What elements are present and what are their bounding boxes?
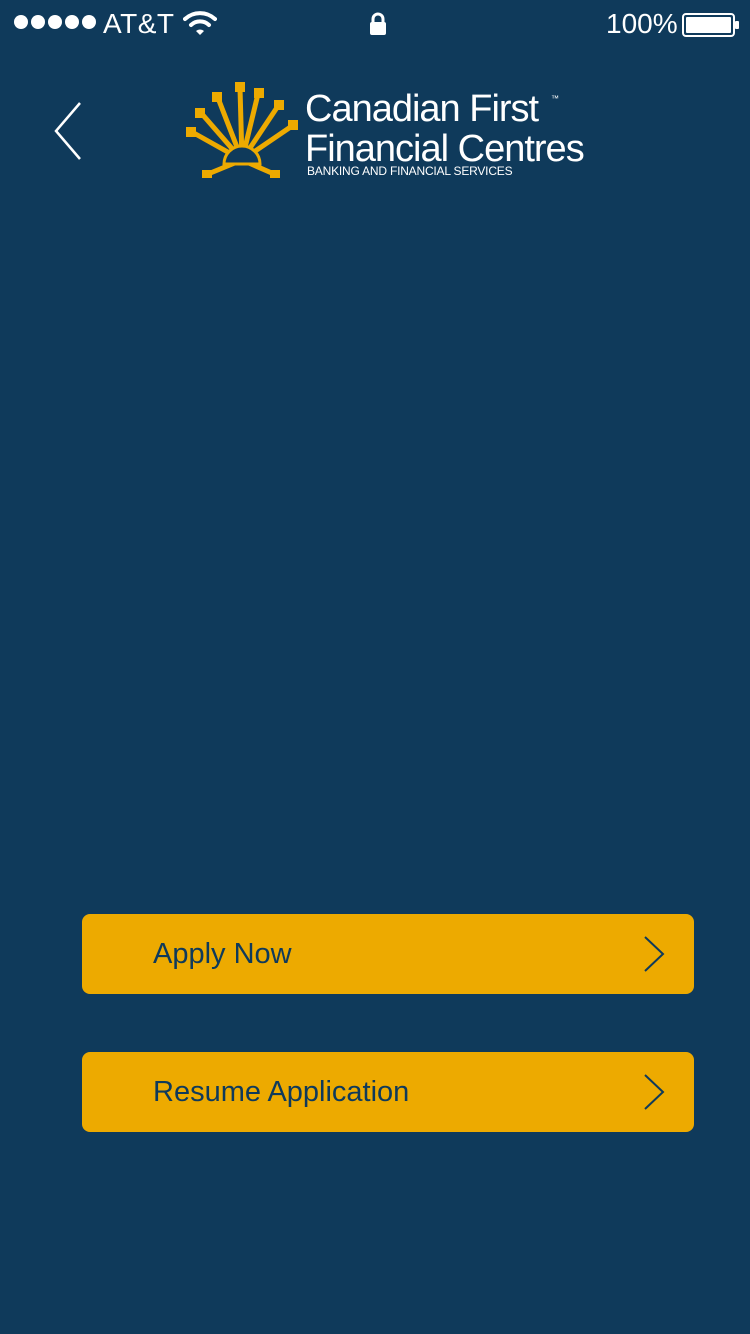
back-chevron-left-icon[interactable] <box>48 98 92 164</box>
chevron-right-icon <box>644 936 665 972</box>
wifi-icon <box>183 11 217 35</box>
apply-now-label: Apply Now <box>153 938 292 970</box>
logo-name-line1: Canadian First <box>305 88 539 130</box>
sunburst-logo-icon <box>186 82 298 178</box>
battery-percentage: 100% <box>606 8 678 39</box>
logo-trademark: ™ <box>551 94 559 103</box>
logo-name-line2: Financial Centres <box>305 128 585 170</box>
chevron-right-icon <box>644 1074 665 1110</box>
resume-application-label: Resume Application <box>153 1076 410 1108</box>
brand-logo: Canadian First ™ Financial Centres BANKI… <box>184 82 585 182</box>
signal-dots-icon <box>14 15 96 29</box>
battery-icon <box>682 13 739 37</box>
carrier-name: AT&T <box>103 8 175 39</box>
status-bar: AT&T 100% <box>0 0 750 48</box>
apply-now-button[interactable]: Apply Now <box>82 914 694 994</box>
resume-application-button[interactable]: Resume Application <box>82 1052 694 1132</box>
logo-tagline: BANKING AND FINANCIAL SERVICES <box>307 164 513 178</box>
lock-icon <box>370 12 386 35</box>
